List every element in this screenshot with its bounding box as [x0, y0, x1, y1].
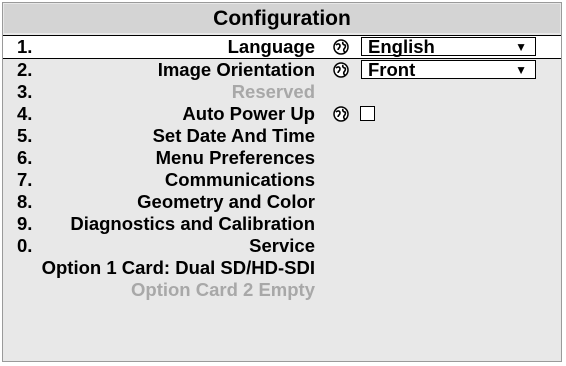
option-card-2-label: Option Card 2 Empty [131, 279, 315, 300]
menu-item-auto-power-up[interactable]: 4. Auto Power Up [3, 103, 561, 125]
option-card-2-status: Option Card 2 Empty [3, 279, 561, 301]
chevron-down-icon[interactable]: ▼ [515, 36, 527, 58]
configuration-menu: Configuration 1. Language English ▼ 2. I… [2, 2, 562, 362]
menu-item-reserved: 3. Reserved [3, 81, 561, 103]
language-select[interactable]: English ▼ [361, 36, 536, 58]
menu-title: Configuration [4, 4, 560, 33]
menu-item-number: 2. [17, 59, 33, 80]
menu-item-service[interactable]: 0. Service [3, 235, 561, 257]
menu-item-image-orientation[interactable]: 2. Image Orientation Front ▼ [3, 59, 561, 81]
menu-item-set-date-and-time[interactable]: 5. Set Date And Time [3, 125, 561, 147]
image-orientation-select[interactable]: Front ▼ [361, 59, 536, 81]
menu-item-number: 8. [17, 191, 33, 212]
globe-icon [333, 62, 349, 78]
menu-item-number: 6. [17, 147, 33, 168]
menu-item-label: Reserved [231, 81, 315, 102]
menu-item-label: Communications [164, 169, 315, 190]
menu-item-label: Menu Preferences [155, 147, 315, 168]
menu-item-label: Set Date And Time [152, 125, 315, 146]
auto-power-up-checkbox[interactable] [360, 106, 375, 121]
menu-item-language[interactable]: 1. Language English ▼ [3, 35, 561, 59]
menu-item-label: Image Orientation [157, 59, 315, 80]
globe-icon [333, 106, 349, 122]
menu-item-communications[interactable]: 7. Communications [3, 169, 561, 191]
menu-item-number: 7. [17, 169, 33, 190]
menu-item-menu-preferences[interactable]: 6. Menu Preferences [3, 147, 561, 169]
menu-item-label: Language [227, 36, 315, 57]
menu-item-number: 4. [17, 103, 33, 124]
chevron-down-icon[interactable]: ▼ [515, 59, 527, 81]
image-orientation-select-value: Front [368, 59, 416, 80]
menu-item-geometry-and-color[interactable]: 8. Geometry and Color [3, 191, 561, 213]
menu-item-label: Diagnostics and Calibration [70, 213, 315, 234]
menu-item-number: 3. [17, 81, 33, 102]
menu-items: 1. Language English ▼ 2. Image Orientati… [3, 35, 561, 301]
option-card-1-label: Option 1 Card: Dual SD/HD-SDI [41, 257, 315, 278]
language-select-value: English [368, 36, 435, 57]
menu-item-number: 5. [17, 125, 33, 146]
option-card-1-status: Option 1 Card: Dual SD/HD-SDI [3, 257, 561, 279]
menu-item-label: Auto Power Up [182, 103, 315, 124]
menu-item-label: Geometry and Color [137, 191, 315, 212]
menu-item-number: 0. [17, 235, 33, 256]
menu-item-label: Service [249, 235, 315, 256]
menu-item-diagnostics-and-calibration[interactable]: 9. Diagnostics and Calibration [3, 213, 561, 235]
globe-icon [333, 39, 349, 55]
menu-item-number: 1. [17, 36, 33, 57]
menu-item-number: 9. [17, 213, 33, 234]
